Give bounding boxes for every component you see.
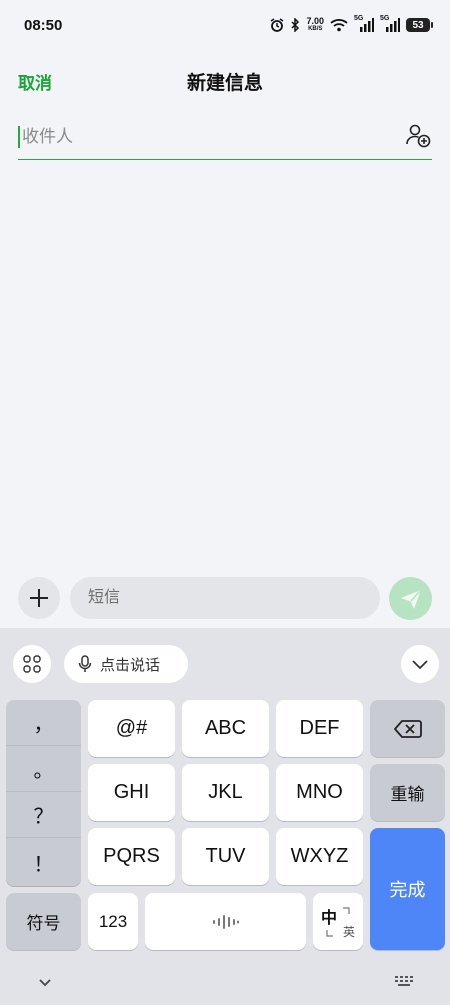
key-pqrs[interactable]: PQRS [88,828,175,885]
microphone-icon [78,655,92,672]
text-cursor [18,126,20,148]
send-icon [401,589,421,608]
chevron-down-icon [412,660,428,670]
network-speed-value: 7.00 [306,16,324,26]
status-time: 08:50 [24,17,63,34]
status-icons: 7.00 KB/S 5G 5G 53 [270,15,433,33]
compose-bar [0,568,450,628]
punctuation-column: ， 。 ？ ！ [6,700,81,886]
key-wxyz[interactable]: WXYZ [276,828,363,885]
message-input[interactable] [88,585,358,611]
symbols-key[interactable]: 符号 [6,893,81,950]
key-def[interactable]: DEF [276,700,363,757]
network-speed: 7.00 KB/S [306,17,324,33]
language-switch-key[interactable]: 中 英 [313,893,363,950]
key-jkl[interactable]: JKL [182,764,269,821]
switch-arrows-icon [326,906,350,937]
signal-icon [386,18,400,32]
add-contact-icon[interactable] [404,122,432,150]
space-key[interactable] [145,893,306,950]
recipient-input[interactable] [22,124,402,150]
wifi-icon [330,19,348,32]
key-symbols-at[interactable]: @# [88,700,175,757]
signal-5g-1: 5G [354,15,374,32]
status-bar: 08:50 7.00 KB/S 5G 5G 53 [0,0,450,52]
battery-indicator: 53 [406,18,433,32]
recipient-field[interactable] [18,118,432,160]
backspace-icon [393,719,422,738]
voice-input-label: 点击说话 [100,656,161,674]
key-abc[interactable]: ABC [182,700,269,757]
page-title: 新建信息 [186,73,263,94]
attach-button[interactable] [18,577,60,619]
alarm-icon [271,18,284,32]
numbers-key[interactable]: 123 [88,893,138,950]
key-mno[interactable]: MNO [276,764,363,821]
done-key[interactable]: 完成 [370,828,445,950]
keyboard: 点击说话 ， 。 ？ ！ @# ABC DEF GHI JKL MNO PQRS… [0,628,450,1005]
key-ghi[interactable]: GHI [88,764,175,821]
punct-key-comma[interactable]: ， [6,700,81,746]
punct-key-question[interactable]: ？ [6,792,81,838]
punct-key-exclaim[interactable]: ！ [6,839,81,885]
message-field[interactable] [70,577,380,619]
keyboard-switch-icon[interactable] [393,973,417,991]
keyboard-hide-button[interactable] [401,645,439,683]
punct-key-period[interactable]: 。 [6,746,81,792]
voice-input-button[interactable]: 点击说话 [64,645,188,683]
voice-wave-icon [212,914,239,929]
plus-icon [30,589,48,607]
cancel-button[interactable]: 取消 [18,69,52,94]
key-tuv[interactable]: TUV [182,828,269,885]
collapse-keyboard-icon[interactable] [34,971,56,993]
apps-icon [23,655,41,673]
keyboard-apps-button[interactable] [13,645,51,683]
bluetooth-icon [291,18,300,32]
send-button[interactable] [389,577,432,620]
delete-key[interactable] [370,700,445,757]
signal-icon [360,18,374,32]
signal-5g-2: 5G [380,15,400,32]
reenter-key[interactable]: 重输 [370,764,445,821]
network-speed-unit: KB/S [308,26,323,32]
